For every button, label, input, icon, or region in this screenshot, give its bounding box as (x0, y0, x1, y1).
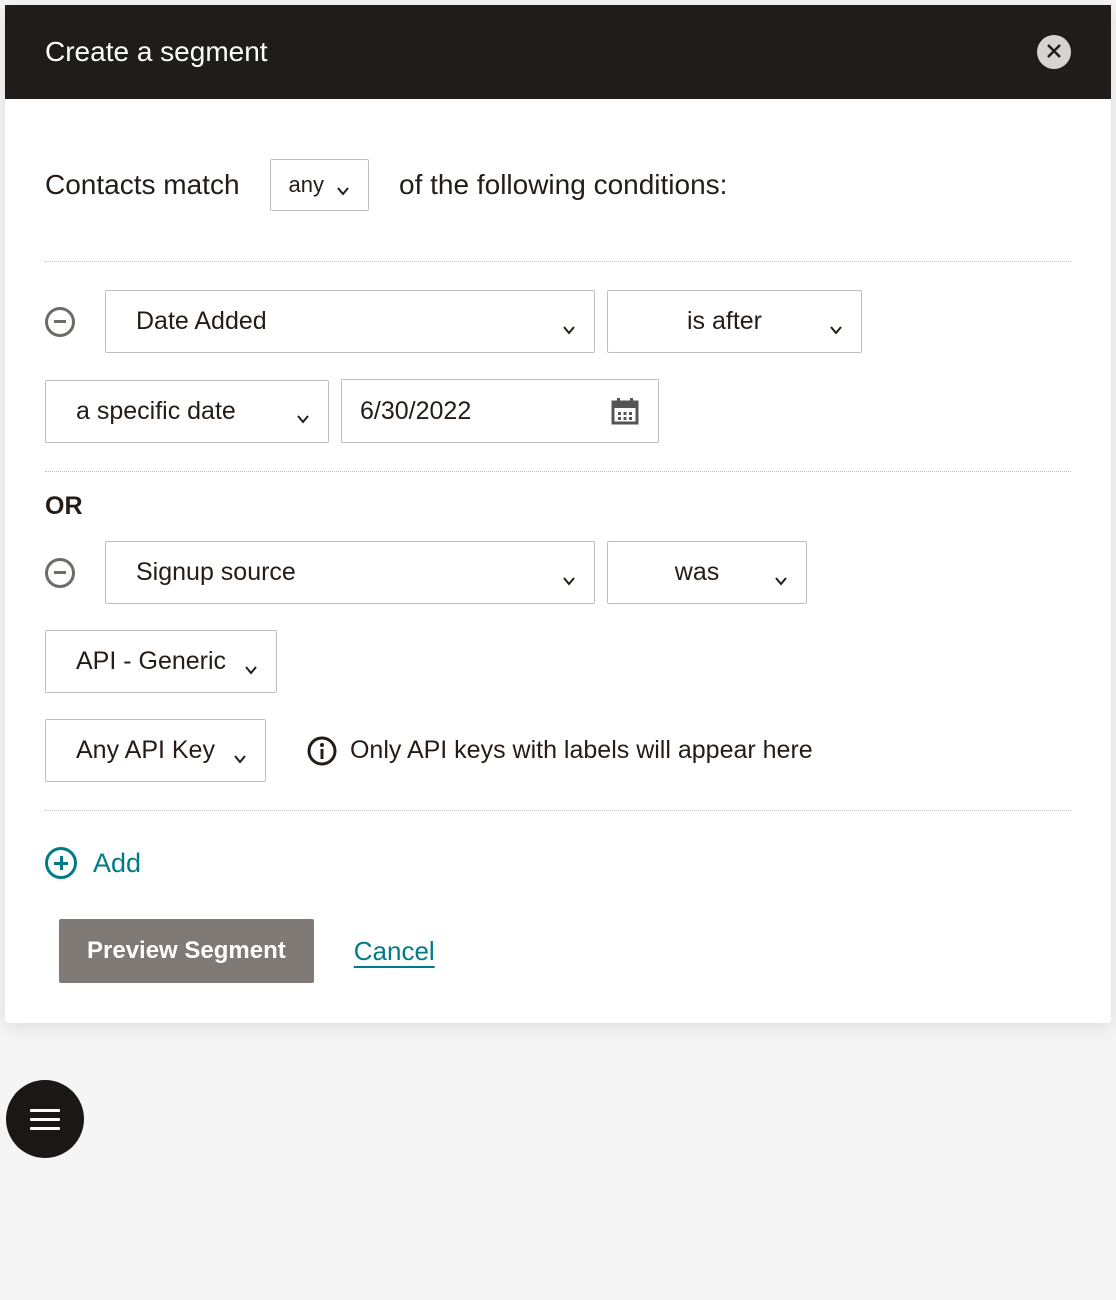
modal-title: Create a segment (45, 36, 268, 68)
close-button[interactable] (1037, 35, 1071, 69)
condition-value1: API - Generic (76, 647, 226, 676)
cancel-button[interactable]: Cancel (354, 936, 435, 967)
info-icon (306, 735, 338, 767)
condition-operator-select[interactable]: was (607, 541, 807, 604)
chevron-down-icon (244, 655, 258, 669)
condition-value2: Any API Key (76, 736, 215, 765)
remove-condition-button[interactable] (45, 558, 75, 588)
remove-condition-button[interactable] (45, 307, 75, 337)
condition-operator-value: was (675, 558, 719, 587)
plus-circle-icon (45, 847, 77, 879)
menu-fab-button[interactable] (6, 1080, 84, 1158)
match-selector-value: any (289, 172, 324, 198)
date-mode-select[interactable]: a specific date (45, 380, 329, 443)
info-text: Only API keys with labels will appear he… (350, 736, 813, 765)
condition-field-select[interactable]: Date Added (105, 290, 595, 353)
match-prefix: Contacts match (45, 169, 240, 201)
date-mode-value: a specific date (76, 397, 236, 426)
chevron-down-icon (233, 744, 247, 758)
hamburger-icon (30, 1109, 60, 1112)
condition-field-value: Signup source (136, 558, 296, 587)
condition-operator-value: is after (687, 307, 762, 336)
condition-block-1: Date Added is after a specific date (45, 262, 1071, 471)
condition-row: Signup source was (45, 541, 1071, 604)
condition-row: Date Added is after (45, 290, 1071, 353)
condition-joiner: OR (45, 492, 1071, 521)
condition-row: API - Generic (45, 630, 1071, 693)
condition-field-value: Date Added (136, 307, 267, 336)
condition-row: Any API Key Only API keys with labels wi… (45, 719, 1071, 782)
chevron-down-icon (336, 178, 350, 192)
condition-row: a specific date 6/30/2022 (45, 379, 1071, 443)
condition-operator-select[interactable]: is after (607, 290, 862, 353)
actions-row: Preview Segment Cancel (59, 919, 1071, 983)
condition-block-2: Signup source was API - Generic (45, 541, 1071, 810)
date-value: 6/30/2022 (360, 397, 471, 426)
match-selector[interactable]: any (270, 159, 369, 211)
condition-value1-select[interactable]: API - Generic (45, 630, 277, 693)
match-suffix: of the following conditions: (399, 169, 727, 201)
condition-value2-select[interactable]: Any API Key (45, 719, 266, 782)
chevron-down-icon (829, 315, 843, 329)
preview-segment-button[interactable]: Preview Segment (59, 919, 314, 983)
minus-icon (54, 571, 66, 574)
chevron-down-icon (774, 566, 788, 580)
minus-icon (54, 320, 66, 323)
condition-field-select[interactable]: Signup source (105, 541, 595, 604)
modal-header: Create a segment (5, 5, 1111, 99)
divider (45, 471, 1071, 472)
create-segment-modal: Create a segment Contacts match any of t… (5, 5, 1111, 1023)
add-label: Add (93, 848, 141, 879)
modal-body: Contacts match any of the following cond… (5, 99, 1111, 1023)
chevron-down-icon (296, 404, 310, 418)
chevron-down-icon (562, 566, 576, 580)
add-condition-button[interactable]: Add (45, 847, 1071, 879)
calendar-icon (610, 396, 640, 426)
date-input[interactable]: 6/30/2022 (341, 379, 659, 443)
divider (45, 810, 1071, 811)
chevron-down-icon (562, 315, 576, 329)
match-row: Contacts match any of the following cond… (45, 159, 1071, 211)
close-icon (1046, 43, 1062, 62)
